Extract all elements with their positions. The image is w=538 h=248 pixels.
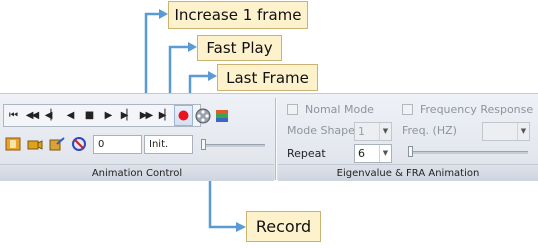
film-strip-icon bbox=[5, 137, 20, 150]
playback-buttons: ⏮ ◀◀ ◀▏ ◀ ■ ▶ ▶▏ ▶▶ ▶▏ bbox=[3, 105, 231, 126]
init-button[interactable]: Init. bbox=[144, 135, 193, 154]
frequency-response-label: Frequency Response bbox=[420, 103, 534, 116]
mode-shape-label: Mode Shape bbox=[287, 124, 355, 137]
eigen-fra-group-label: Eigenvalue & FRA Animation bbox=[278, 164, 538, 181]
record-icon bbox=[178, 110, 189, 121]
play-icon: ▶ bbox=[104, 110, 113, 121]
decrease-frame-icon: ◀▏ bbox=[44, 110, 58, 121]
no-record-tool-button[interactable] bbox=[69, 134, 88, 153]
export-tool-button[interactable] bbox=[47, 134, 66, 153]
frequency-response-checkbox-box bbox=[402, 104, 413, 115]
chevron-down-icon: ▼ bbox=[379, 123, 391, 140]
record-button[interactable] bbox=[174, 105, 193, 126]
frame-slider-track[interactable] bbox=[203, 144, 265, 147]
fast-rewind-button[interactable]: ◀◀ bbox=[22, 105, 41, 126]
freq-combo[interactable]: ▼ bbox=[482, 122, 530, 141]
freq-slider-track[interactable] bbox=[410, 151, 528, 154]
film-reel-icon bbox=[195, 108, 210, 123]
group-separator bbox=[275, 98, 277, 180]
callout-last-frame: Last Frame bbox=[217, 64, 318, 91]
last-frame-icon: ▶▏ bbox=[158, 110, 172, 121]
layers-icon bbox=[215, 109, 228, 122]
freq-slider-thumb[interactable] bbox=[408, 146, 413, 157]
increase-frame-icon: ▶▏ bbox=[120, 110, 134, 121]
prohibit-icon bbox=[71, 136, 86, 151]
chevron-down-icon: ▼ bbox=[379, 145, 391, 162]
first-frame-button[interactable]: ⏮ bbox=[3, 105, 22, 126]
freq-hz-label: Freq. (HZ) bbox=[402, 124, 457, 137]
frame-slider-thumb[interactable] bbox=[201, 139, 206, 150]
play-reverse-button[interactable]: ◀ bbox=[60, 105, 79, 126]
fast-play-button[interactable]: ▶▶ bbox=[136, 105, 155, 126]
stop-button[interactable]: ■ bbox=[79, 105, 98, 126]
repeat-value: 6 bbox=[358, 147, 365, 160]
mode-shape-combo[interactable]: 1 ▼ bbox=[354, 122, 392, 141]
camera-icon bbox=[27, 139, 42, 150]
first-frame-icon: ⏮ bbox=[9, 110, 18, 121]
repeat-combo[interactable]: 6 ▼ bbox=[354, 144, 392, 163]
frame-number-input[interactable]: 0 bbox=[93, 135, 142, 154]
repeat-label: Repeat bbox=[287, 147, 326, 160]
callout-fast-play: Fast Play bbox=[197, 35, 282, 61]
mode-shape-value: 1 bbox=[358, 125, 365, 138]
chevron-down-icon: ▼ bbox=[517, 123, 529, 140]
stop-icon: ■ bbox=[84, 110, 95, 121]
normal-mode-checkbox[interactable]: Nomal Mode bbox=[287, 103, 374, 116]
layers-button[interactable] bbox=[212, 105, 231, 126]
film-settings-button[interactable] bbox=[193, 105, 212, 126]
export-icon bbox=[49, 136, 65, 150]
play-button[interactable]: ▶ bbox=[98, 105, 117, 126]
increase-frame-button[interactable]: ▶▏ bbox=[117, 105, 136, 126]
play-reverse-icon: ◀ bbox=[66, 110, 75, 121]
animation-control-group-label: Animation Control bbox=[0, 164, 274, 181]
normal-mode-label: Nomal Mode bbox=[305, 103, 374, 116]
fast-rewind-icon: ◀◀ bbox=[25, 110, 39, 121]
callout-record: Record bbox=[246, 211, 321, 242]
decrease-frame-button[interactable]: ◀▏ bbox=[41, 105, 60, 126]
fast-play-icon: ▶▶ bbox=[139, 110, 153, 121]
last-frame-button[interactable]: ▶▏ bbox=[155, 105, 174, 126]
ribbon-panel: ⏮ ◀◀ ◀▏ ◀ ■ ▶ ▶▏ ▶▶ ▶▏ 0 Init. Animation… bbox=[0, 93, 538, 181]
callout-increase-frame: Increase 1 frame bbox=[168, 1, 308, 29]
frames-tool-button[interactable] bbox=[3, 134, 22, 153]
frequency-response-checkbox[interactable]: Frequency Response bbox=[402, 103, 533, 116]
normal-mode-checkbox-box bbox=[287, 104, 298, 115]
camera-tool-button[interactable] bbox=[25, 134, 44, 153]
tool-icon-row bbox=[3, 134, 88, 153]
